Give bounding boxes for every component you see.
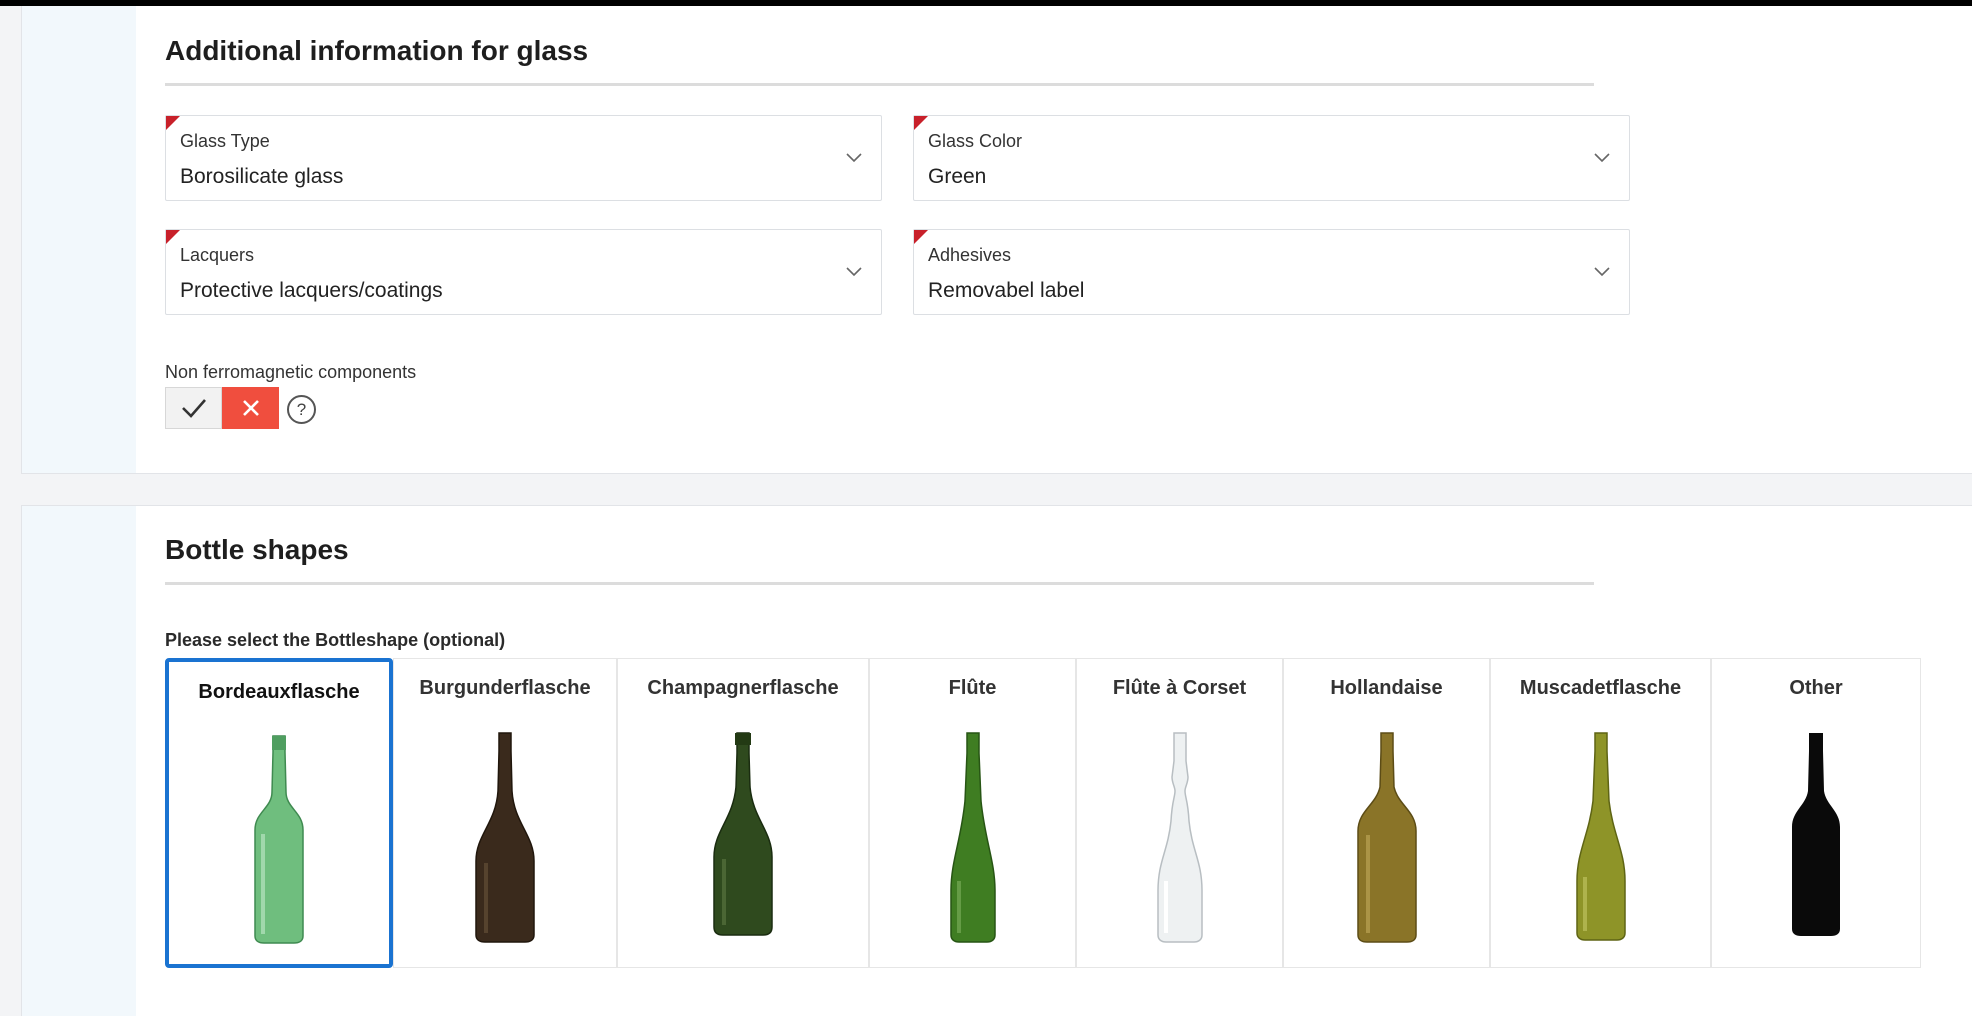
bottleshape-label: Flûte à Corset [1112, 677, 1247, 699]
chevron-down-icon [1594, 153, 1610, 163]
bottleshape-tile-flute[interactable]: Flûte [869, 658, 1076, 968]
bottleshape-label: Burgunderflasche [419, 677, 591, 699]
check-icon [181, 399, 206, 418]
chevron-down-icon [846, 153, 862, 163]
toggle-no-button[interactable] [222, 387, 279, 429]
non-ferromagnetic-label: Non ferromagnetic components [165, 362, 417, 382]
required-marker [166, 116, 180, 130]
required-marker [914, 230, 928, 244]
hollandaise-bottle-image [1356, 732, 1417, 943]
other-bottle-image [1792, 733, 1840, 936]
chevron-down-icon [846, 267, 862, 277]
bottleshape-label: Flûte [948, 677, 997, 699]
bordeaux-bottle-image [254, 735, 304, 944]
field-value: Green [928, 165, 987, 188]
bottleshape-tile-bordeaux[interactable]: Bordeauxflasche [165, 658, 393, 968]
section-title-bottle-shapes: Bottle shapes [165, 534, 349, 565]
bottleshape-tile-muscadet[interactable]: Muscadetflasche [1490, 658, 1711, 968]
bottle-shapes-panel: Bottle shapes Please select the Bottlesh… [21, 505, 1972, 1016]
muscadet-bottle-image [1575, 732, 1626, 941]
close-icon [242, 400, 259, 416]
bottleshape-label: Other [1789, 677, 1843, 699]
bottleshape-prompt: Please select the Bottleshape (optional) [165, 630, 506, 650]
panel-rail [22, 6, 136, 473]
chevron-down-icon [1594, 267, 1610, 277]
field-value: Protective lacquers/coatings [180, 279, 443, 302]
glass-color-select[interactable]: Glass Color Green [913, 115, 1630, 201]
required-marker [166, 230, 180, 244]
section-title-glass: Additional information for glass [165, 35, 589, 66]
field-value: Removabel label [928, 279, 1085, 302]
bottleshape-label: Bordeauxflasche [198, 681, 360, 703]
field-value: Borosilicate glass [180, 165, 344, 188]
glass-type-select[interactable]: Glass Type Borosilicate glass [165, 115, 882, 201]
bottleshape-label: Champagnerflasche [647, 677, 839, 699]
required-marker [914, 116, 928, 130]
panel-rail [22, 506, 136, 1016]
section-divider [165, 582, 1594, 585]
lacquers-select[interactable]: Lacquers Protective lacquers/coatings [165, 229, 882, 315]
question-circle-icon[interactable]: ? [287, 395, 316, 424]
bottleshape-tile-other[interactable]: Other [1711, 658, 1921, 968]
flute-a-corset-bottle-image [1156, 732, 1203, 943]
adhesives-select[interactable]: Adhesives Removabel label [913, 229, 1630, 315]
glass-info-panel: Additional information for glass Glass T… [21, 6, 1972, 474]
bottleshape-label: Muscadetflasche [1519, 677, 1682, 699]
field-label: Glass Color [928, 131, 1023, 151]
bottleshape-tile-champagner[interactable]: Champagnerflasche [617, 658, 869, 968]
flute-bottle-image [949, 732, 996, 943]
bottleshape-tiles: Bordeauxflasche Burgunderflasche Champag… [165, 658, 1921, 968]
bottleshape-label: Hollandaise [1330, 677, 1443, 699]
bottleshape-tile-flute-a-corset[interactable]: Flûte à Corset [1076, 658, 1283, 968]
bottleshape-tile-burgunder[interactable]: Burgunderflasche [393, 658, 617, 968]
toggle-yes-button[interactable] [165, 387, 222, 429]
field-label: Glass Type [180, 131, 270, 151]
bottleshape-tile-hollandaise[interactable]: Hollandaise [1283, 658, 1490, 968]
section-divider [165, 83, 1594, 86]
burgunder-bottle-image [475, 732, 535, 943]
field-label: Lacquers [180, 245, 255, 265]
champagner-bottle-image [713, 732, 773, 936]
field-label: Adhesives [928, 245, 1012, 265]
